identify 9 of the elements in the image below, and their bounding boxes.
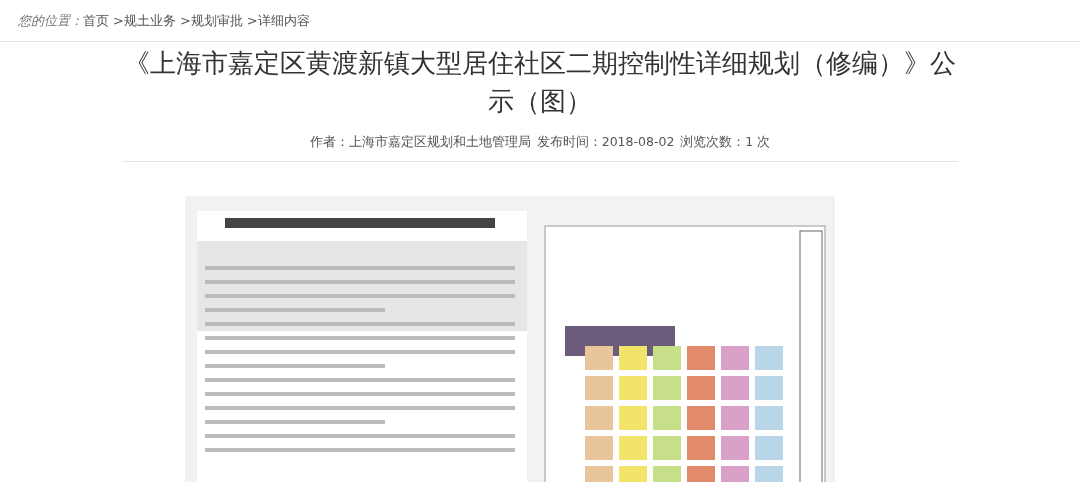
breadcrumb-label: 您的位置： [18,11,83,30]
view-count: 浏览次数：1 次 [680,134,771,151]
breadcrumb-link[interactable]: >详细内容 [246,11,310,30]
article-title: 《上海市嘉定区黄渡新镇大型居住社区二期控制性详细规划（修编）》公示（图） [123,47,957,118]
breadcrumb-link[interactable]: >规土业务 [113,11,176,30]
author-text: 作者：上海市嘉定区规划和土地管理局 [309,134,531,151]
breadcrumb-link[interactable]: >规划审批 [179,11,243,30]
breadcrumb-link[interactable]: 首页 [83,11,109,30]
publish-date: 发布时间：2018-08-02 [536,134,675,151]
